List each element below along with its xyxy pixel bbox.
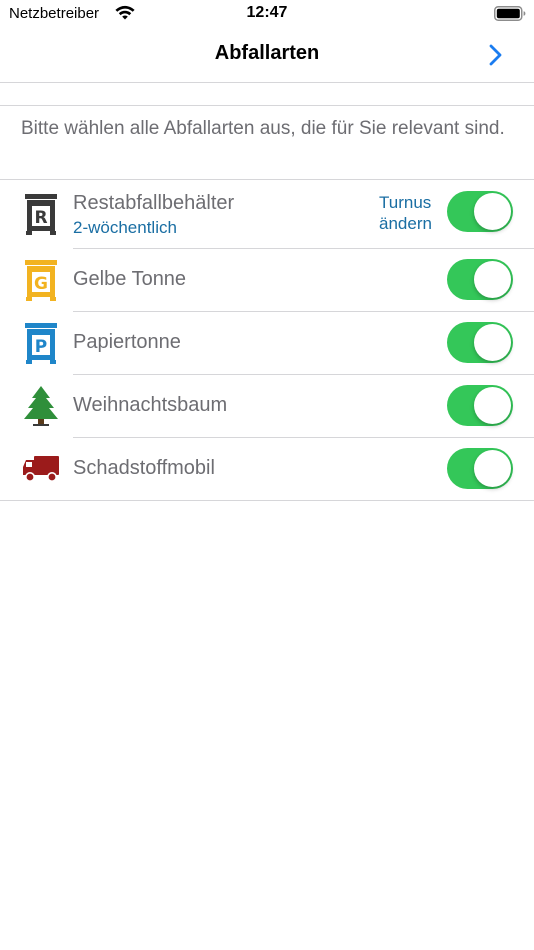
hazardous-waste-truck-icon xyxy=(23,456,59,482)
paper-bin-icon: P xyxy=(25,323,57,364)
waste-type-label: Restabfallbehälter xyxy=(73,192,235,214)
svg-text:R: R xyxy=(34,208,47,228)
page-title: Abfallarten xyxy=(214,42,320,64)
waste-type-row-christmas-tree: Weihnachtsbaum xyxy=(0,375,534,437)
toggle-knob xyxy=(474,387,511,424)
screen: Netzbetreiber 12:47 Abfallarten Bitte wä… xyxy=(0,0,534,950)
status-bar: Netzbetreiber 12:47 xyxy=(0,0,534,28)
toggle-knob xyxy=(474,450,511,487)
chevron-right-icon[interactable] xyxy=(484,42,508,68)
svg-text:P: P xyxy=(35,337,47,357)
waste-type-toggle-christmas-tree[interactable] xyxy=(447,385,513,426)
yellow-bin-icon: G xyxy=(25,260,57,301)
section-spacer xyxy=(0,83,534,106)
toggle-knob xyxy=(474,261,511,298)
list-separator xyxy=(0,500,534,501)
waste-type-label: Papiertonne xyxy=(73,331,181,353)
waste-type-toggle-paper[interactable] xyxy=(447,322,513,363)
toggle-knob xyxy=(474,324,511,361)
svg-text:G: G xyxy=(34,274,48,294)
waste-type-toggle-yellow[interactable] xyxy=(447,259,513,300)
change-interval-button[interactable]: Turnus ändern xyxy=(379,192,441,234)
waste-type-toggle-residual[interactable] xyxy=(447,191,513,232)
waste-type-row-residual: R Restabfallbehälter 2-wöchentlich Turnu… xyxy=(0,180,534,248)
waste-type-label: Gelbe Tonne xyxy=(73,268,187,290)
waste-type-label: Schadstoffmobil xyxy=(73,457,215,479)
collection-interval: 2-wöchentlich xyxy=(73,218,177,237)
residual-waste-bin-icon: R xyxy=(25,194,57,235)
navigation-bar: Abfallarten xyxy=(0,28,534,83)
christmas-tree-icon xyxy=(24,386,58,426)
waste-type-label: Weihnachtsbaum xyxy=(73,394,228,416)
waste-type-row-hazardous: Schadstoffmobil xyxy=(0,438,534,500)
battery-icon xyxy=(494,6,526,21)
waste-type-row-paper: P Papiertonne xyxy=(0,312,534,374)
waste-type-row-yellow: G Gelbe Tonne xyxy=(0,249,534,311)
waste-type-toggle-hazardous[interactable] xyxy=(447,448,513,489)
instructions-text: Bitte wählen alle Abfallarten aus, die f… xyxy=(21,118,505,139)
status-time: 12:47 xyxy=(246,4,288,21)
toggle-knob xyxy=(474,193,511,230)
